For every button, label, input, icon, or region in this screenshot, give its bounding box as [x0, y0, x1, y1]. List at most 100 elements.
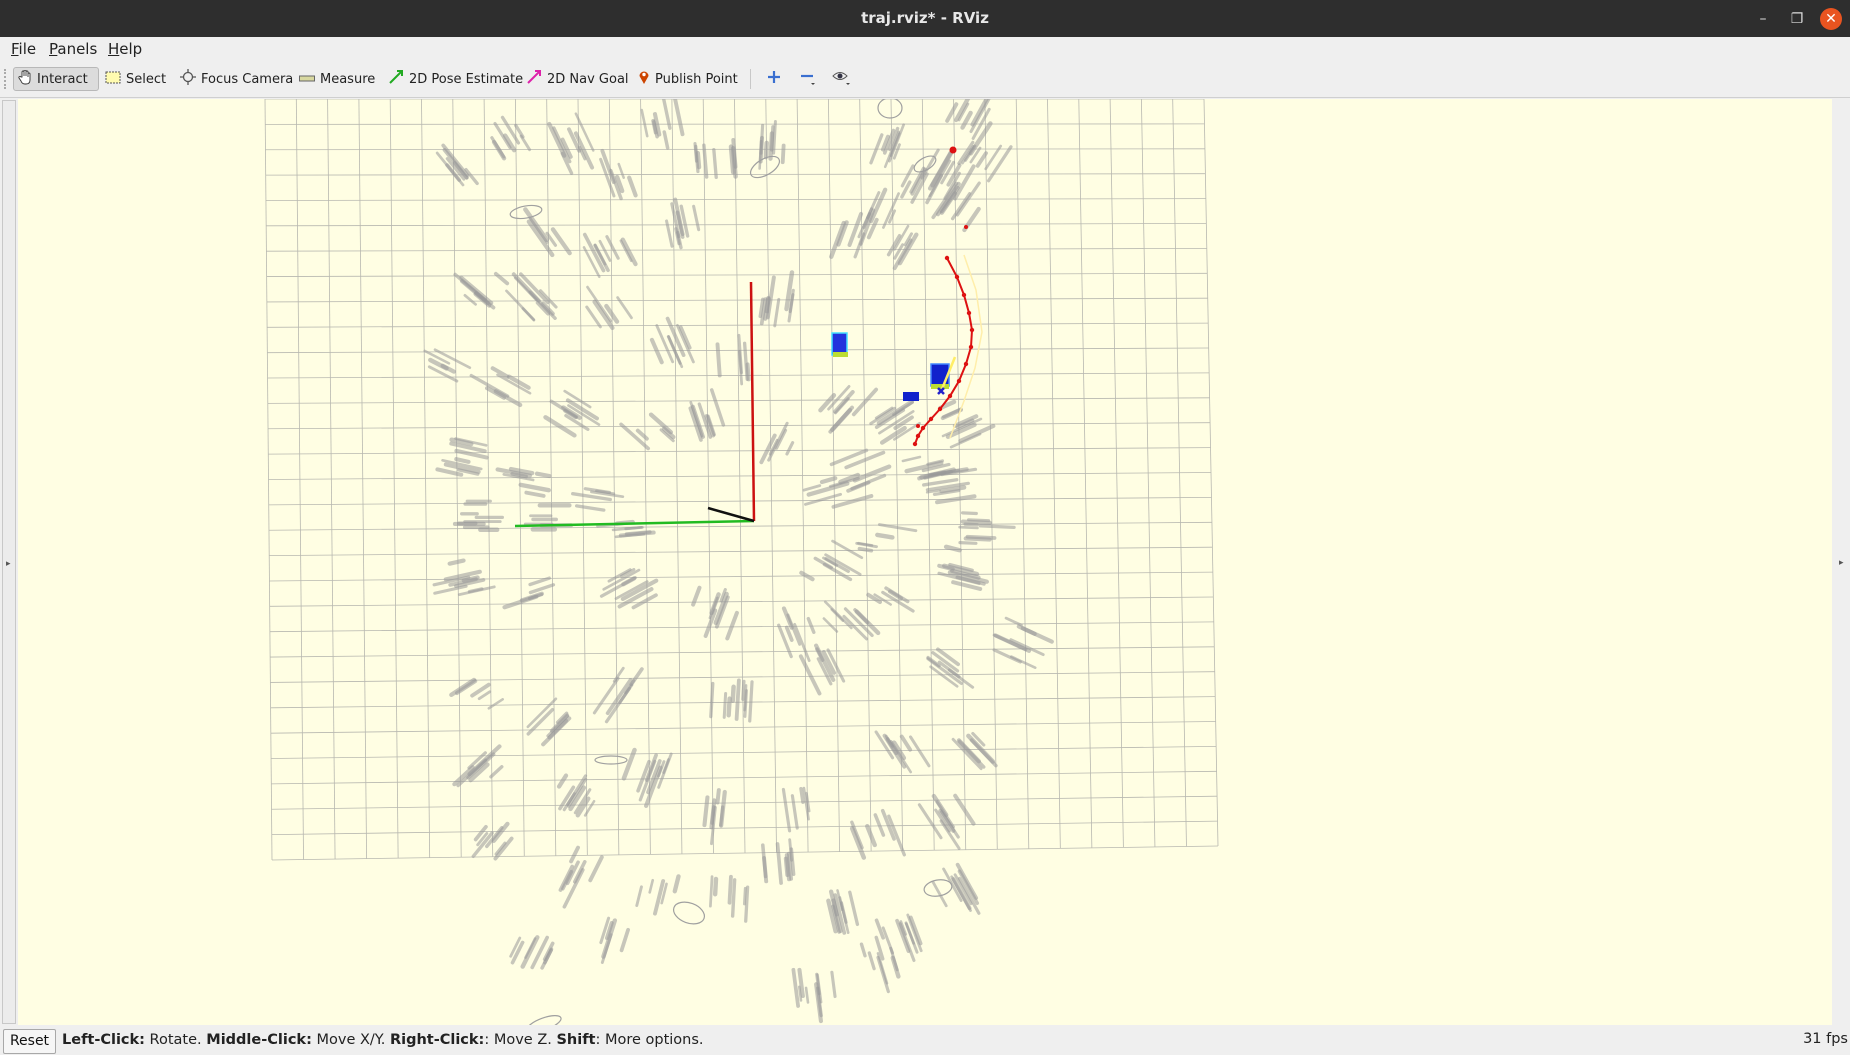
point-streak — [992, 633, 1028, 652]
point-streak — [715, 788, 721, 805]
point-streak — [673, 99, 685, 137]
select-tool-button[interactable]: Select — [101, 67, 170, 91]
point-streak — [692, 204, 701, 232]
menu-file[interactable]: File — [11, 40, 36, 58]
obstacle-cluster — [635, 874, 681, 916]
point-streak — [605, 678, 633, 716]
point-streak — [775, 842, 783, 885]
point-streak — [552, 126, 572, 164]
select-label: Select — [126, 71, 167, 87]
left-dock-collapse-handle[interactable]: ▸ — [2, 100, 16, 1024]
maximize-button[interactable]: ❐ — [1786, 8, 1808, 30]
point-streak — [730, 878, 737, 918]
point-streak — [463, 293, 477, 306]
publish-point-label: Publish Point — [655, 71, 738, 87]
point-streak — [741, 679, 746, 701]
3d-viewport[interactable] — [18, 99, 1832, 1025]
obstacle-cluster — [556, 773, 596, 818]
measure-tool-button[interactable]: Measure — [295, 67, 379, 91]
obstacle-cluster — [874, 730, 931, 774]
x-axis-line — [749, 281, 756, 522]
obstacle-cluster — [526, 697, 572, 747]
focus-camera-label: Focus Camera — [201, 71, 294, 87]
point-streak — [745, 362, 751, 382]
point-streak — [730, 146, 738, 179]
point-streak — [960, 110, 973, 130]
obstacle-cluster — [869, 399, 921, 445]
pose-estimate-button[interactable]: 2D Pose Estimate — [384, 67, 527, 91]
toolbar-grip[interactable] — [4, 69, 9, 89]
trajectory-point — [937, 406, 943, 412]
obstacle-cluster — [558, 845, 604, 909]
interact-tool-button[interactable]: Interact — [13, 67, 99, 91]
ring-marker — [877, 99, 903, 119]
detected-object-box — [831, 332, 848, 356]
point-streak — [818, 393, 837, 413]
minus-icon — [799, 68, 817, 90]
hint-right-click-text: : Move Z. — [484, 1032, 557, 1048]
point-streak — [781, 787, 792, 833]
obstacle-cluster — [869, 123, 905, 169]
point-streak — [528, 576, 551, 587]
trajectory-point — [915, 433, 921, 439]
point-streak — [719, 805, 725, 827]
close-button[interactable]: ✕ — [1820, 8, 1842, 30]
point-streak — [447, 558, 466, 566]
point-streak — [1016, 624, 1037, 636]
status-bar: Reset Left-Click: Rotate. Middle-Click: … — [0, 1026, 1850, 1055]
obstacle-cluster — [691, 585, 739, 641]
ground-grid — [264, 99, 1219, 861]
obstacle-cluster — [791, 967, 837, 1024]
green-arrow-icon — [388, 69, 404, 89]
reset-button[interactable]: Reset — [3, 1029, 56, 1054]
fps-counter: 31 fps — [1803, 1031, 1848, 1047]
obstacle-cluster — [951, 731, 998, 771]
point-streak — [635, 428, 649, 441]
menu-panels[interactable]: Panels — [49, 40, 97, 58]
ring-marker — [526, 1015, 562, 1025]
add-tool-button[interactable] — [762, 67, 786, 91]
point-streak — [780, 143, 786, 165]
remove-tool-button[interactable] — [795, 67, 821, 91]
select-box-icon — [105, 71, 121, 88]
obstacle-cluster — [958, 511, 1016, 545]
minimize-button[interactable]: – — [1752, 8, 1774, 30]
obstacle-cluster — [826, 889, 860, 935]
ring-marker — [672, 901, 706, 925]
point-streak — [876, 955, 890, 994]
focus-camera-button[interactable]: Focus Camera — [176, 67, 297, 91]
point-streak — [822, 617, 839, 633]
point-streak — [882, 192, 900, 229]
obstacle-cluster — [435, 143, 479, 187]
right-dock-collapse-handle[interactable]: ▸ — [1834, 100, 1848, 1024]
obstacle-cluster — [469, 366, 532, 408]
point-streak — [518, 482, 551, 493]
point-streak — [855, 541, 878, 549]
goal-marker — [949, 146, 957, 154]
point-streak — [867, 951, 876, 971]
point-streak — [574, 504, 606, 512]
obstacle-cluster — [543, 389, 601, 438]
point-streak — [620, 237, 638, 267]
tool-properties-button[interactable] — [828, 67, 856, 91]
nav-goal-label: 2D Nav Goal — [547, 71, 629, 87]
point-streak — [799, 786, 805, 804]
obstacle-cluster — [502, 576, 556, 610]
obstacle-cluster — [759, 421, 795, 465]
obstacle-cluster — [715, 333, 751, 386]
obstacle-cluster — [931, 862, 981, 915]
scene-canvas[interactable] — [18, 99, 1832, 1025]
obstacle-cluster — [432, 558, 496, 597]
nav-goal-button[interactable]: 2D Nav Goal — [522, 67, 633, 91]
menu-help[interactable]: Help — [108, 40, 142, 58]
point-streak — [521, 307, 536, 322]
toolbar-separator — [750, 69, 751, 89]
point-streak — [722, 691, 728, 719]
start-marker — [916, 424, 920, 428]
interact-label: Interact — [37, 71, 88, 87]
trajectory-point — [944, 255, 950, 261]
point-streak — [804, 986, 810, 1004]
publish-point-button[interactable]: Publish Point — [634, 67, 742, 91]
trajectory-point — [947, 393, 953, 399]
menu-help-label: elp — [119, 40, 143, 58]
